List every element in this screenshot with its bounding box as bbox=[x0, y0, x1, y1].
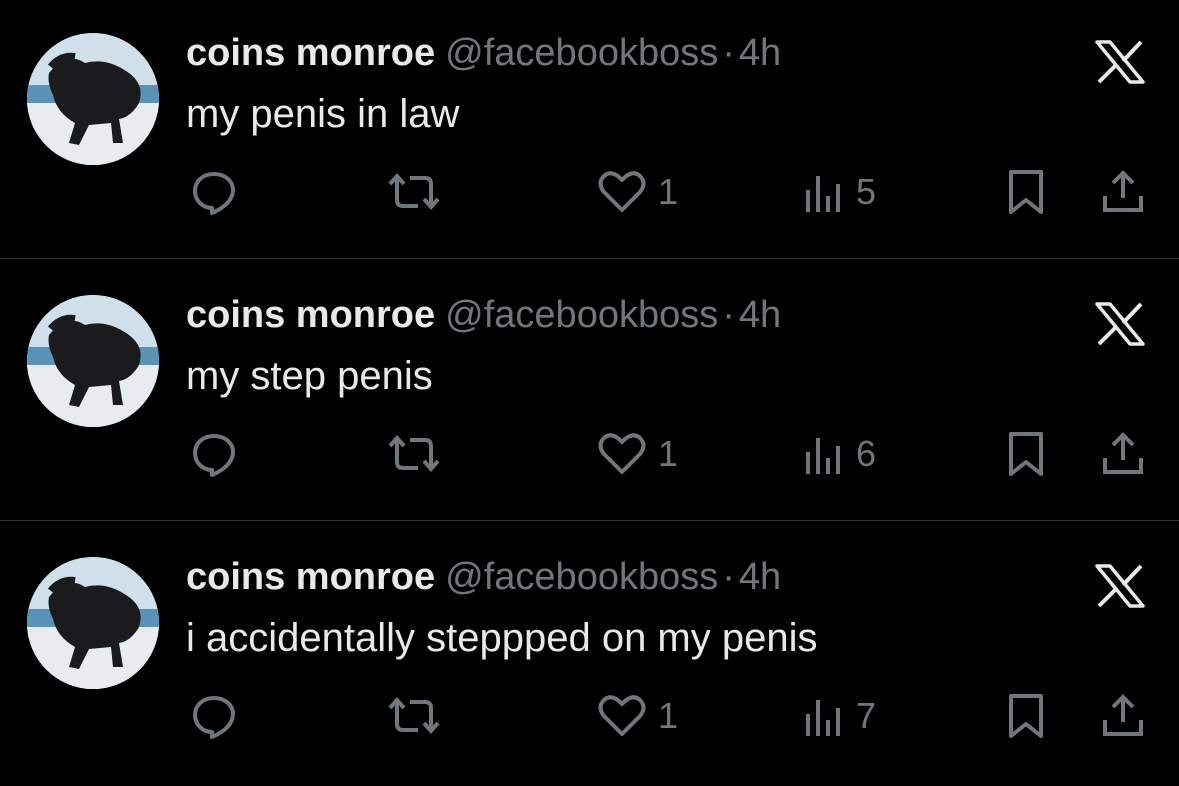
reply-icon bbox=[193, 696, 235, 739]
view-count: 5 bbox=[856, 171, 877, 212]
display-name[interactable]: coins monroe bbox=[186, 294, 435, 336]
tweet-header: coins monroe @facebookboss · 4h bbox=[186, 554, 781, 600]
like-button[interactable]: 1 bbox=[596, 430, 678, 478]
share-button[interactable] bbox=[1100, 168, 1146, 216]
handle[interactable]: @facebookboss bbox=[445, 556, 718, 598]
tweet[interactable]: coins monroe @facebookboss · 4h i accidenta… bbox=[0, 524, 1179, 786]
tweet[interactable]: coins monroe @facebookboss · 4h my step pen… bbox=[0, 262, 1179, 524]
share-icon bbox=[1103, 170, 1143, 212]
bookmark-button[interactable] bbox=[1006, 168, 1046, 216]
tweet-feed: coins monroe @facebookboss · 4h my penis in… bbox=[0, 0, 1179, 781]
like-count: 1 bbox=[658, 433, 679, 474]
timestamp[interactable]: 4h bbox=[739, 556, 781, 598]
bookmark-icon bbox=[1009, 432, 1043, 476]
reply-icon bbox=[193, 172, 235, 215]
divider bbox=[0, 258, 1179, 259]
x-logo-icon bbox=[1094, 564, 1146, 608]
separator-dot: · bbox=[722, 556, 735, 598]
share-button[interactable] bbox=[1100, 692, 1146, 740]
x-logo-icon bbox=[1094, 40, 1146, 84]
views-icon bbox=[806, 700, 840, 736]
views-icon bbox=[806, 176, 840, 212]
like-button[interactable]: 1 bbox=[596, 168, 678, 216]
bookmark-button[interactable] bbox=[1006, 430, 1046, 478]
retweet-icon bbox=[388, 434, 440, 473]
display-name[interactable]: coins monroe bbox=[186, 556, 435, 598]
reply-button[interactable] bbox=[190, 692, 238, 740]
reply-button[interactable] bbox=[190, 168, 238, 216]
views-icon bbox=[806, 438, 840, 474]
tweet-text: my step penis bbox=[186, 354, 433, 398]
avatar[interactable] bbox=[27, 557, 159, 689]
reply-button[interactable] bbox=[190, 430, 238, 478]
retweet-button[interactable] bbox=[384, 168, 444, 216]
separator-dot: · bbox=[722, 32, 735, 74]
retweet-icon bbox=[388, 696, 440, 735]
heart-icon bbox=[598, 433, 646, 474]
tweet-header: coins monroe @facebookboss · 4h bbox=[186, 30, 781, 76]
view-count: 6 bbox=[856, 433, 877, 474]
share-button[interactable] bbox=[1100, 430, 1146, 478]
heart-icon bbox=[598, 695, 646, 736]
share-icon bbox=[1103, 432, 1143, 474]
divider bbox=[0, 520, 1179, 521]
handle[interactable]: @facebookboss bbox=[445, 294, 718, 336]
views-button[interactable]: 7 bbox=[802, 692, 876, 740]
tweet-text: i accidentally steppped on my penis bbox=[186, 616, 818, 660]
view-count: 7 bbox=[856, 695, 877, 736]
timestamp[interactable]: 4h bbox=[739, 294, 781, 336]
tweet-header: coins monroe @facebookboss · 4h bbox=[186, 292, 781, 338]
tweet-text: my penis in law bbox=[186, 92, 460, 136]
bookmark-icon bbox=[1009, 694, 1043, 738]
heart-icon bbox=[598, 171, 646, 212]
bookmark-button[interactable] bbox=[1006, 692, 1046, 740]
tweet[interactable]: coins monroe @facebookboss · 4h my penis in… bbox=[0, 0, 1179, 262]
retweet-button[interactable] bbox=[384, 692, 444, 740]
avatar[interactable] bbox=[27, 33, 159, 165]
reply-icon bbox=[193, 434, 235, 477]
retweet-button[interactable] bbox=[384, 430, 444, 478]
x-logo-icon bbox=[1094, 302, 1146, 346]
handle[interactable]: @facebookboss bbox=[445, 32, 718, 74]
like-button[interactable]: 1 bbox=[596, 692, 678, 740]
avatar[interactable] bbox=[27, 295, 159, 427]
separator-dot: · bbox=[722, 294, 735, 336]
views-button[interactable]: 6 bbox=[802, 430, 876, 478]
timestamp[interactable]: 4h bbox=[739, 32, 781, 74]
like-count: 1 bbox=[658, 695, 679, 736]
bookmark-icon bbox=[1009, 170, 1043, 214]
like-count: 1 bbox=[658, 171, 679, 212]
display-name[interactable]: coins monroe bbox=[186, 32, 435, 74]
retweet-icon bbox=[388, 172, 440, 211]
share-icon bbox=[1103, 694, 1143, 736]
views-button[interactable]: 5 bbox=[802, 168, 876, 216]
